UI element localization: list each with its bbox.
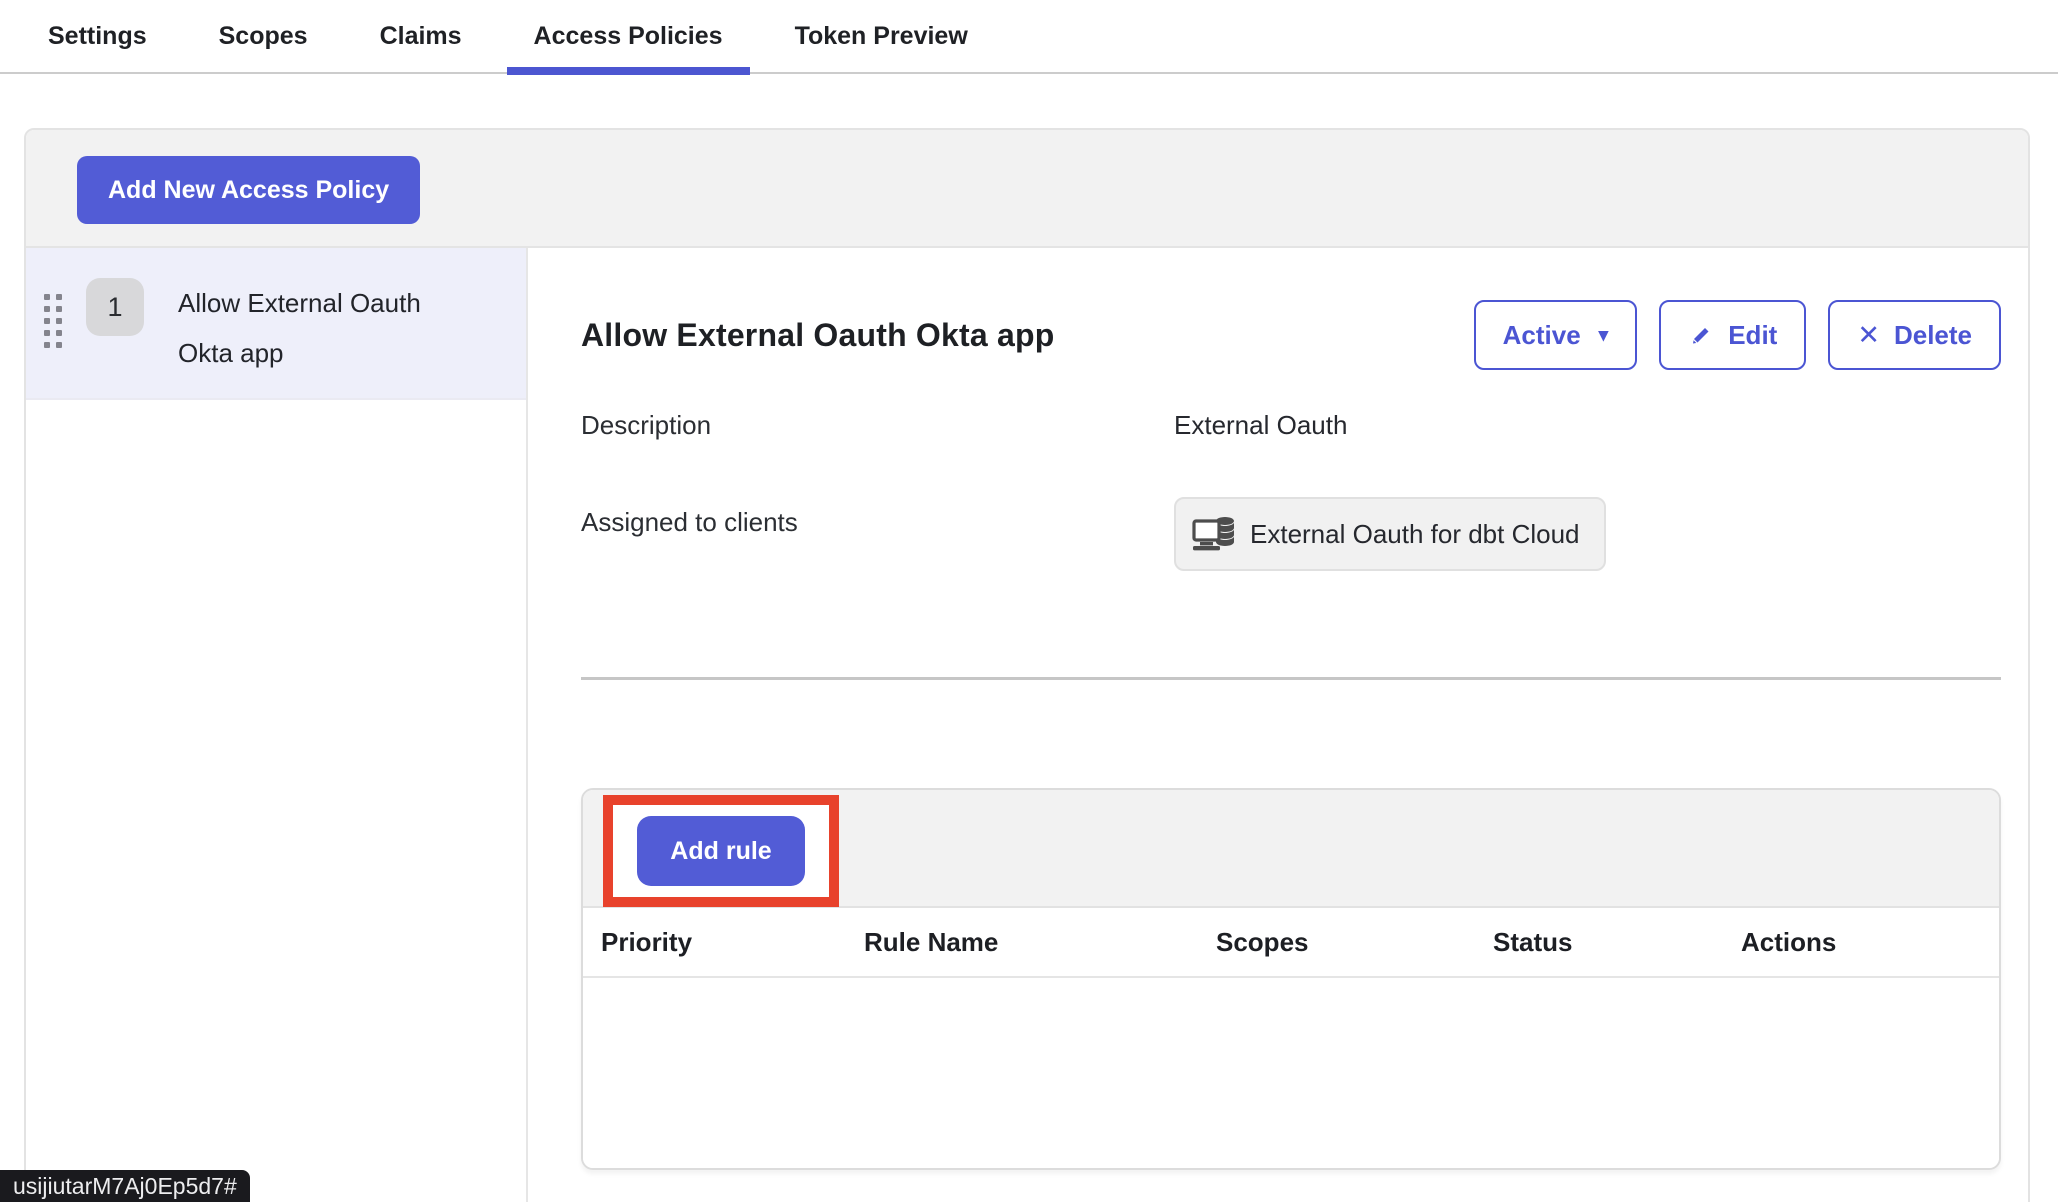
policy-list-item[interactable]: 1 Allow External Oauth Okta app: [26, 248, 526, 400]
rules-table-body: [583, 978, 1999, 1168]
assigned-clients-row: Assigned to clients: [581, 497, 2001, 571]
link-status-tooltip: usijiutarM7Aj0Ep5d7#: [0, 1170, 250, 1202]
delete-label: Delete: [1894, 320, 1972, 351]
tab-access-policies[interactable]: Access Policies: [534, 0, 723, 73]
policy-detail: Allow External Oauth Okta app Active ▾: [528, 248, 2028, 1202]
pencil-icon: [1688, 322, 1714, 348]
delete-button[interactable]: ✕ Delete: [1828, 300, 2001, 370]
tab-scopes[interactable]: Scopes: [219, 0, 308, 73]
page: Settings Scopes Claims Access Policies T…: [0, 0, 2058, 1202]
description-label: Description: [581, 400, 1174, 441]
tab-token-preview[interactable]: Token Preview: [795, 0, 968, 73]
column-status: Status: [1493, 927, 1741, 958]
policy-item-name: Allow External Oauth Okta app: [178, 278, 478, 378]
panel-body: 1 Allow External Oauth Okta app Allow Ex…: [26, 248, 2028, 1202]
edit-label: Edit: [1728, 320, 1777, 351]
rules-card: Add rule Priority Rule Name Scopes Statu…: [581, 788, 2001, 1170]
access-policies-panel: Add New Access Policy 1 Allow External O…: [24, 128, 2030, 1202]
chevron-down-icon: ▾: [1599, 324, 1609, 347]
policy-fields: Description External Oauth Assigned to c…: [581, 400, 2001, 571]
drag-handle-icon[interactable]: [44, 294, 62, 348]
assigned-clients-label: Assigned to clients: [581, 497, 1174, 538]
status-label: Active: [1503, 320, 1581, 351]
section-divider: [581, 677, 2001, 680]
rules-table-header: Priority Rule Name Scopes Status Actions: [583, 908, 1999, 978]
panel-toolbar: Add New Access Policy: [26, 130, 2028, 248]
client-chip-label: External Oauth for dbt Cloud: [1250, 519, 1580, 550]
tab-bar: Settings Scopes Claims Access Policies T…: [0, 0, 2058, 74]
add-rule-button[interactable]: Add rule: [637, 816, 805, 886]
tab-settings[interactable]: Settings: [48, 0, 147, 73]
column-priority: Priority: [601, 927, 864, 958]
policy-title: Allow External Oauth Okta app: [581, 317, 1054, 354]
tab-claims[interactable]: Claims: [380, 0, 462, 73]
description-value: External Oauth: [1174, 400, 2001, 441]
client-app-icon: [1192, 516, 1236, 552]
status-dropdown-button[interactable]: Active ▾: [1474, 300, 1638, 370]
description-row: Description External Oauth: [581, 400, 2001, 441]
policy-list: 1 Allow External Oauth Okta app: [26, 248, 528, 1202]
edit-button[interactable]: Edit: [1659, 300, 1806, 370]
add-new-access-policy-button[interactable]: Add New Access Policy: [77, 156, 420, 224]
annotation-highlight-box: Add rule: [603, 795, 839, 907]
policy-detail-header: Allow External Oauth Okta app Active ▾: [581, 300, 2001, 370]
policy-action-buttons: Active ▾ Edit: [1474, 300, 2001, 370]
policy-priority-badge: 1: [86, 278, 144, 336]
column-scopes: Scopes: [1216, 927, 1493, 958]
column-rule-name: Rule Name: [864, 927, 1216, 958]
column-actions: Actions: [1741, 927, 1999, 958]
client-chip[interactable]: External Oauth for dbt Cloud: [1174, 497, 1606, 571]
close-icon: ✕: [1857, 320, 1880, 351]
